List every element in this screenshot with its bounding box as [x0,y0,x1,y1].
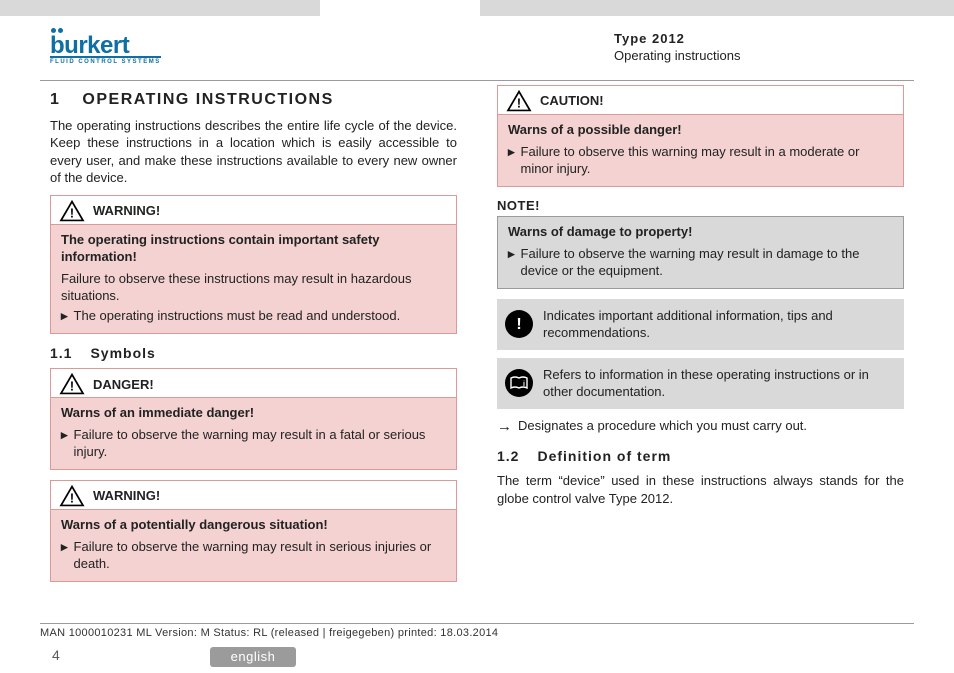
danger-box: ! DANGER! Warns of an immediate danger! … [50,368,457,470]
danger-box-title: ! DANGER! [51,369,456,398]
page-number: 4 [52,646,60,665]
section-1-1-number: 1.1 [50,344,72,363]
header-divider [40,80,914,81]
reference-text: Refers to information in these operating… [543,366,896,401]
intro-paragraph: The operating instructions describes the… [50,117,457,187]
warning-triangle-icon: ! [59,373,85,395]
top-accent-right [480,0,954,16]
section-1-title: OPERATING INSTRUCTIONS [82,89,333,111]
warning-box-2-title: ! WARNING! [51,481,456,510]
warning-box-2-label: WARNING! [93,487,160,505]
note-box-bullet: ▸ Failure to observe the warning may res… [508,245,893,280]
warning-box-1-bullet: ▸ The operating instructions must be rea… [61,307,446,325]
note-box-lead: Warns of damage to property! [508,223,893,241]
caution-box-body: Warns of a possible danger! ▸ Failure to… [498,115,903,186]
reference-icon: i [505,369,533,397]
caution-box-bullet: ▸ Failure to observe this warning may re… [508,143,893,178]
brand-tagline: FLUID CONTROL SYSTEMS [50,60,161,65]
doc-identifier: Type 2012 Operating instructions [614,30,904,65]
info-row: ! Indicates important additional informa… [497,299,904,350]
warning-triangle-icon: ! [59,485,85,507]
brand-logo: burkert FLUID CONTROL SYSTEMS [50,28,161,65]
book-icon: i [510,376,528,390]
danger-box-bullet: ▸ Failure to observe the warning may res… [61,426,446,461]
danger-box-body: Warns of an immediate danger! ▸ Failure … [51,398,456,469]
note-box: Warns of damage to property! ▸ Failure t… [497,216,904,289]
warning-box-1-body: The operating instructions contain impor… [51,225,456,333]
section-1-2-title: Definition of term [537,447,671,466]
caution-box-label: CAUTION! [540,92,604,110]
warning-box-1-bullet-text: The operating instructions must be read … [74,307,401,325]
procedure-text: Designates a procedure which you must ca… [518,417,807,437]
warning-box-2-bullet-text: Failure to observe the warning may resul… [74,538,446,573]
note-box-body: Warns of damage to property! ▸ Failure t… [498,217,903,288]
section-1-2-heading: 1.2 Definition of term [497,447,904,466]
warning-box-2-lead: Warns of a potentially dangerous situati… [61,516,446,534]
caution-box: ! CAUTION! Warns of a possible danger! ▸… [497,85,904,187]
caution-box-bullet-text: Failure to observe this warning may resu… [521,143,893,178]
doc-type: Type 2012 [614,30,904,48]
svg-text:!: ! [70,380,74,394]
svg-text:i: i [523,381,525,388]
warning-box-2-body: Warns of a potentially dangerous situati… [51,510,456,581]
warning-triangle-icon: ! [59,200,85,222]
bullet-icon: ▸ [61,307,68,325]
warning-box-1-title: ! WARNING! [51,196,456,225]
caution-box-lead: Warns of a possible danger! [508,121,893,139]
warning-box-1: ! WARNING! The operating instructions co… [50,195,457,334]
svg-text:!: ! [70,206,74,220]
section-1-1-title: Symbols [90,344,155,363]
doc-title: Operating instructions [614,47,904,65]
procedure-row: → Designates a procedure which you must … [497,417,904,437]
warning-box-2: ! WARNING! Warns of a potentially danger… [50,480,457,582]
section-1-number: 1 [50,89,60,111]
content-columns: 1 OPERATING INSTRUCTIONS The operating i… [0,71,954,592]
note-heading: NOTE! [497,197,904,215]
danger-box-lead: Warns of an immediate danger! [61,404,446,422]
bullet-icon: ▸ [61,426,68,461]
section-1-1-heading: 1.1 Symbols [50,344,457,363]
arrow-icon: → [497,417,512,437]
bullet-icon: ▸ [508,245,515,280]
warning-box-2-bullet: ▸ Failure to observe the warning may res… [61,538,446,573]
column-left: 1 OPERATING INSTRUCTIONS The operating i… [50,81,457,592]
definition-paragraph: The term “device” used in these instruct… [497,472,904,507]
bullet-icon: ▸ [508,143,515,178]
brand-name: burkert [50,36,161,55]
document-page: burkert FLUID CONTROL SYSTEMS Type 2012 … [0,0,954,673]
warning-triangle-icon: ! [506,90,532,112]
warning-box-1-plain: Failure to observe these instructions ma… [61,270,446,305]
svg-text:!: ! [517,96,521,110]
reference-row: i Refers to information in these operati… [497,358,904,409]
svg-text:!: ! [70,491,74,505]
note-box-bullet-text: Failure to observe the warning may resul… [521,245,893,280]
info-icon: ! [505,310,533,338]
language-badge: english [210,647,296,667]
info-text: Indicates important additional informati… [543,307,896,342]
top-accent-left [0,0,320,16]
section-1-heading: 1 OPERATING INSTRUCTIONS [50,89,457,111]
danger-box-bullet-text: Failure to observe the warning may resul… [74,426,446,461]
footer-meta: MAN 1000010231 ML Version: M Status: RL … [40,623,914,641]
warning-box-1-lead: The operating instructions contain impor… [61,231,446,266]
bullet-icon: ▸ [61,538,68,573]
caution-box-title: ! CAUTION! [498,86,903,115]
warning-box-1-label: WARNING! [93,202,160,220]
column-right: ! CAUTION! Warns of a possible danger! ▸… [497,81,904,592]
section-1-2-number: 1.2 [497,447,519,466]
danger-box-label: DANGER! [93,376,154,394]
